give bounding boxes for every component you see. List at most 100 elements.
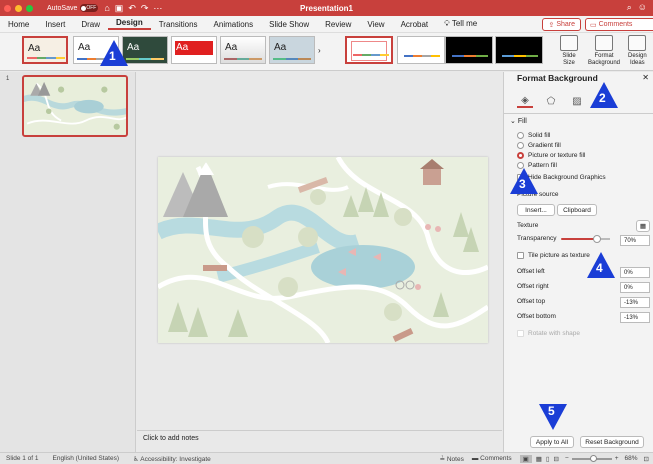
offset-right-field[interactable]: 0% bbox=[620, 282, 650, 293]
slide-size-button[interactable]: Slide Size bbox=[560, 35, 578, 67]
theme-preview-label: Aa bbox=[274, 42, 287, 53]
callout-1-number: 1 bbox=[109, 49, 116, 63]
tab-review[interactable]: Review bbox=[317, 20, 359, 29]
tab-acrobat[interactable]: Acrobat bbox=[393, 20, 437, 29]
theme-preview-label: Aa bbox=[28, 43, 41, 54]
transparency-slider-handle[interactable] bbox=[593, 235, 601, 243]
tab-animations[interactable]: Animations bbox=[206, 20, 262, 29]
variant-2[interactable] bbox=[397, 36, 445, 64]
tab-slide-show[interactable]: Slide Show bbox=[261, 20, 317, 29]
variant-3[interactable] bbox=[445, 36, 493, 64]
home-icon[interactable]: ⌂ bbox=[104, 3, 109, 14]
theme-6[interactable]: Aa bbox=[269, 36, 315, 64]
theme-office[interactable]: Aa bbox=[22, 36, 68, 64]
language-indicator[interactable]: English (United States) bbox=[53, 455, 119, 462]
reset-background-button[interactable]: Reset Background bbox=[580, 436, 644, 448]
comments-toggle[interactable]: ▬ Comments bbox=[472, 455, 512, 462]
autosave-state: OFF bbox=[86, 5, 97, 11]
tab-transitions[interactable]: Transitions bbox=[151, 20, 206, 29]
fill-tab-icon[interactable]: ◈ bbox=[517, 94, 533, 108]
rotate-checkbox[interactable]: Rotate with shape bbox=[517, 330, 580, 337]
slide-sorter-icon[interactable]: ▦ bbox=[536, 455, 542, 463]
menu-bar: Home Insert Draw Design Transitions Anim… bbox=[0, 16, 653, 33]
panel-tabs: ◈ ⬠ ▨ bbox=[517, 94, 585, 108]
zoom-out-icon[interactable]: − bbox=[565, 455, 569, 462]
search-icon[interactable]: ⌕ bbox=[627, 2, 632, 13]
tell-me-label: Tell me bbox=[451, 19, 478, 28]
variant-4[interactable] bbox=[495, 36, 543, 64]
reading-view-icon[interactable]: ▯ bbox=[546, 455, 550, 463]
comments-button[interactable]: ▭ Comments bbox=[585, 18, 653, 31]
tab-design[interactable]: Design bbox=[108, 18, 151, 30]
minimize-window-button[interactable] bbox=[15, 4, 22, 12]
notes-toggle[interactable]: ≟ Notes bbox=[440, 455, 464, 463]
slide-editor[interactable] bbox=[158, 157, 488, 343]
more-icon[interactable]: ⋯ bbox=[153, 3, 162, 14]
theme-5[interactable]: Aa bbox=[220, 36, 266, 64]
design-ideas-icon bbox=[628, 35, 647, 51]
fill-section-label: Fill bbox=[517, 118, 527, 125]
save-icon[interactable]: ▣ bbox=[115, 3, 124, 14]
offset-top-field[interactable]: -13% bbox=[620, 297, 650, 308]
autosave-toggle[interactable]: OFF bbox=[80, 4, 99, 12]
offset-bottom-label: Offset bottom bbox=[517, 313, 556, 320]
tab-insert[interactable]: Insert bbox=[37, 20, 73, 29]
share-button[interactable]: ⇪ Share bbox=[542, 18, 581, 31]
apply-to-all-button[interactable]: Apply to All bbox=[530, 436, 574, 448]
offset-bottom-field[interactable]: -13% bbox=[620, 312, 650, 323]
effects-tab-icon[interactable]: ⬠ bbox=[543, 94, 559, 108]
transparency-value: 70% bbox=[624, 237, 637, 244]
undo-icon[interactable]: ↶ bbox=[128, 3, 136, 14]
insert-button[interactable]: Insert... bbox=[517, 204, 555, 216]
fill-section-header[interactable]: ⌄ Fill bbox=[510, 117, 527, 125]
slide-size-icon bbox=[560, 35, 578, 51]
panel-title: Format Background bbox=[517, 73, 598, 83]
accessibility-status[interactable]: ♿︎ Accessibility: Investigate bbox=[133, 455, 211, 463]
slide-number: 1 bbox=[6, 76, 10, 82]
slide-thumbnail-pane: 1 bbox=[0, 72, 136, 452]
slide-thumbnail[interactable] bbox=[22, 75, 128, 137]
gradient-fill-radio[interactable]: Gradient fill bbox=[517, 142, 561, 149]
account-icon[interactable]: ☺ bbox=[638, 2, 647, 13]
zoom-level[interactable]: 68% bbox=[625, 455, 638, 462]
redo-icon[interactable]: ↷ bbox=[141, 3, 149, 14]
picture-fill-radio[interactable]: Picture or texture fill bbox=[517, 152, 585, 159]
title-bar: AutoSave OFF ⌂ ▣ ↶ ↷ ⋯ Presentation1 ⌕ ☺ bbox=[0, 0, 653, 16]
comments-label: Comments bbox=[598, 21, 633, 28]
format-background-button[interactable]: Format Background bbox=[588, 35, 620, 67]
tab-home[interactable]: Home bbox=[0, 20, 37, 29]
callout-1: 1 bbox=[100, 40, 128, 66]
tile-checkbox[interactable]: Tile picture as texture bbox=[517, 252, 590, 259]
themes-more-arrow-icon[interactable]: › bbox=[318, 46, 321, 55]
offset-left-field[interactable]: 0% bbox=[620, 267, 650, 278]
variant-1[interactable] bbox=[345, 36, 393, 64]
clipboard-button[interactable]: Clipboard bbox=[557, 204, 597, 216]
fit-slide-icon[interactable]: ⊡ bbox=[644, 455, 649, 463]
solid-fill-radio[interactable]: Solid fill bbox=[517, 132, 550, 139]
rotate-label: Rotate with shape bbox=[528, 330, 581, 337]
slideshow-icon[interactable]: ⊟ bbox=[553, 455, 558, 463]
zoom-window-button[interactable] bbox=[26, 4, 33, 12]
theme-4[interactable]: Aa bbox=[171, 36, 217, 64]
notes-placeholder: Click to add notes bbox=[143, 435, 199, 442]
theme-preview-label: Aa bbox=[127, 42, 140, 53]
notes-pane[interactable]: Click to add notes bbox=[137, 430, 502, 452]
tell-me-field[interactable]: 💡︎ Tell me bbox=[436, 19, 485, 29]
close-window-button[interactable] bbox=[4, 4, 11, 12]
design-ideas-button[interactable]: Design Ideas bbox=[628, 35, 647, 67]
texture-picker[interactable]: ▦ bbox=[636, 220, 650, 232]
tab-draw[interactable]: Draw bbox=[73, 20, 108, 29]
offset-bottom-value: -13% bbox=[624, 314, 639, 321]
document-title: Presentation1 bbox=[300, 3, 353, 13]
zoom-in-icon[interactable]: + bbox=[615, 455, 619, 462]
picture-tab-icon[interactable]: ▨ bbox=[569, 94, 585, 108]
theme-3[interactable]: Aa bbox=[122, 36, 168, 64]
tab-view[interactable]: View bbox=[359, 20, 392, 29]
offset-right-label: Offset right bbox=[517, 283, 549, 290]
zoom-slider[interactable] bbox=[571, 454, 612, 462]
panel-close-icon[interactable]: ✕ bbox=[642, 73, 649, 82]
normal-view-icon[interactable]: ▣ bbox=[519, 454, 532, 463]
transparency-field[interactable]: 70% bbox=[620, 235, 650, 246]
autosave-control[interactable]: AutoSave OFF bbox=[47, 4, 99, 12]
theme-preview-label: Aa bbox=[176, 42, 189, 53]
